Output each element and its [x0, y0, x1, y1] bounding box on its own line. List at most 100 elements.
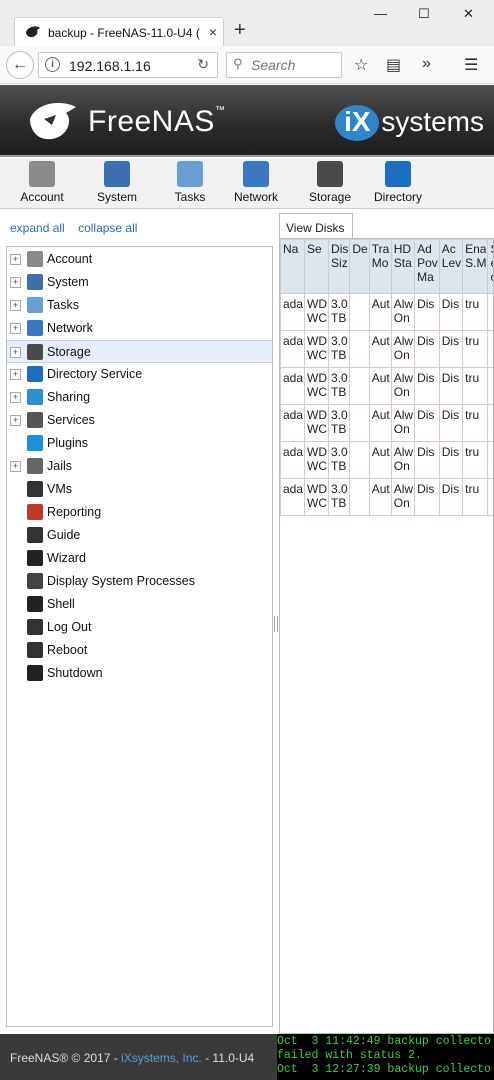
table-row[interactable]: ada WD WC 3.0 TB Aut Alw On Dis Dis tru	[280, 404, 493, 442]
table-cell: tru	[462, 367, 489, 405]
topnav-network[interactable]: Network	[226, 161, 286, 204]
table-cell: WD WC	[304, 441, 330, 479]
table-row[interactable]: ada WD WC 3.0 TB Aut Alw On Dis Dis tru	[280, 330, 493, 368]
column-header[interactable]: Tra Mo	[368, 239, 392, 294]
tab-view-disks[interactable]: View Disks	[279, 213, 353, 239]
search-input[interactable]	[251, 57, 337, 73]
table-cell	[349, 367, 370, 405]
column-header-label: Se	[307, 242, 322, 256]
tree-item-account[interactable]: + Account	[7, 248, 272, 271]
tab-close-icon[interactable]: ×	[209, 24, 217, 40]
tree-item-system[interactable]: + System	[7, 271, 272, 294]
table-row[interactable]: ada WD WC 3.0 TB Aut Alw On Dis Dis tru	[280, 478, 493, 516]
minimize-button[interactable]: —	[374, 6, 387, 21]
tree-item-sharing[interactable]: + Sharing	[7, 386, 272, 409]
console-line: Oct 3 12:27:39 backup collecto	[277, 1063, 491, 1076]
tree-item-network[interactable]: + Network	[7, 317, 272, 340]
search-bar[interactable]: ⚲	[226, 52, 342, 78]
table-cell: WD WC	[304, 293, 330, 331]
bookmark-star-icon[interactable]: ☆	[354, 55, 368, 75]
collapse-all-link[interactable]: collapse all	[78, 221, 137, 235]
expand-toggle-icon[interactable]: +	[10, 392, 21, 403]
tree-item-storage[interactable]: + Storage	[7, 340, 272, 363]
services-icon	[27, 412, 43, 428]
expand-toggle-icon[interactable]: +	[10, 461, 21, 472]
table-cell: Alw On	[390, 478, 416, 516]
url-bar[interactable]: i 192.168.1.16 ↻	[38, 52, 218, 78]
tree-item-display-system-processes[interactable]: Display System Processes	[7, 570, 272, 593]
column-header[interactable]: Na	[280, 239, 306, 294]
tree-item-label: Tasks	[47, 298, 79, 312]
expand-toggle-icon[interactable]: +	[10, 415, 21, 426]
column-header[interactable]: Se	[304, 239, 330, 294]
column-header[interactable]: Ac Lev	[438, 239, 464, 294]
column-header[interactable]: Dis Siz	[328, 239, 351, 294]
topnav-directory[interactable]: Directory	[368, 161, 428, 204]
back-button[interactable]: ←	[6, 51, 34, 79]
expand-toggle-icon[interactable]: +	[10, 323, 21, 334]
tree-item-tasks[interactable]: + Tasks	[7, 294, 272, 317]
table-cell: Dis	[414, 330, 440, 368]
tree-item-reboot[interactable]: Reboot	[7, 639, 272, 662]
topnav-tasks[interactable]: Tasks	[160, 161, 220, 204]
table-cell: Dis	[438, 330, 464, 368]
column-header[interactable]: HD Sta	[390, 239, 416, 294]
panel-splitter-handle[interactable]	[274, 616, 278, 632]
column-header[interactable]: Ena S.M	[462, 239, 489, 294]
table-row[interactable]: ada WD WC 3.0 TB Aut Alw On Dis Dis tru	[280, 367, 493, 405]
tree-item-log-out[interactable]: Log Out	[7, 616, 272, 639]
console-line: failed with status 2.	[277, 1049, 422, 1062]
table-cell	[487, 441, 493, 479]
system-icon	[27, 274, 43, 290]
maximize-button[interactable]: ☐	[418, 6, 430, 22]
column-header[interactable]: S.M ext opt	[487, 239, 493, 294]
expand-toggle-icon[interactable]: +	[10, 347, 21, 358]
tree-item-directory-service[interactable]: + Directory Service	[7, 363, 272, 386]
expand-all-link[interactable]: expand all	[10, 221, 65, 235]
topnav-storage[interactable]: Storage	[300, 161, 360, 204]
tree-item-vms[interactable]: VMs	[7, 478, 272, 501]
url-text[interactable]: 192.168.1.16	[69, 58, 151, 74]
tree-item-shell[interactable]: Shell	[7, 593, 272, 616]
reader-view-icon[interactable]: ▤	[386, 55, 401, 75]
overflow-chevron-icon[interactable]: »	[422, 55, 431, 73]
column-header[interactable]: Ad Pov Ma	[414, 239, 440, 294]
browser-tab[interactable]: backup - FreeNAS-11.0-U4 ( ×	[14, 17, 224, 46]
topnav-account[interactable]: Account	[12, 161, 72, 204]
close-window-button[interactable]: ✕	[463, 6, 474, 22]
expand-toggle-icon[interactable]: +	[10, 277, 21, 288]
tree-item-services[interactable]: + Services	[7, 409, 272, 432]
table-row[interactable]: ada WD WC 3.0 TB Aut Alw On Dis Dis tru	[280, 293, 493, 331]
tree-item-guide[interactable]: Guide	[7, 524, 272, 547]
table-cell: 3.0 TB	[328, 367, 351, 405]
table-cell: WD WC	[304, 330, 330, 368]
back-arrow-icon: ←	[12, 56, 28, 73]
table-cell: Dis	[438, 367, 464, 405]
tree-item-plugins[interactable]: Plugins	[7, 432, 272, 455]
expand-toggle-icon[interactable]: +	[10, 300, 21, 311]
site-info-icon[interactable]: i	[45, 57, 60, 72]
hamburger-menu-icon[interactable]: ☰	[464, 55, 478, 75]
table-cell: Dis	[438, 404, 464, 442]
tree-item-reporting[interactable]: Reporting	[7, 501, 272, 524]
column-header-label: Na	[283, 242, 299, 256]
network-icon	[27, 320, 43, 336]
reload-icon[interactable]: ↻	[197, 56, 209, 73]
topnav-system[interactable]: System	[87, 161, 147, 204]
freenas-shark-logo-icon	[30, 103, 76, 140]
tree-item-wizard[interactable]: Wizard	[7, 547, 272, 570]
table-row[interactable]: ada WD WC 3.0 TB Aut Alw On Dis Dis tru	[280, 441, 493, 479]
expand-toggle-icon[interactable]: +	[10, 254, 21, 265]
table-cell: Dis	[414, 478, 440, 516]
ixsystems-link[interactable]: iXsystems, Inc.	[121, 1051, 202, 1065]
tree-item-shutdown[interactable]: Shutdown	[7, 662, 272, 685]
table-cell	[487, 367, 493, 405]
new-tab-button[interactable]: +	[234, 20, 246, 40]
column-header-label: HD Sta	[393, 242, 412, 270]
expand-toggle-icon[interactable]: +	[10, 369, 21, 380]
column-header[interactable]: De	[349, 239, 370, 294]
table-cell: Aut	[368, 441, 392, 479]
tree-item-jails[interactable]: + Jails	[7, 455, 272, 478]
tree-item-label: Reporting	[47, 505, 102, 519]
account-icon	[29, 161, 55, 187]
